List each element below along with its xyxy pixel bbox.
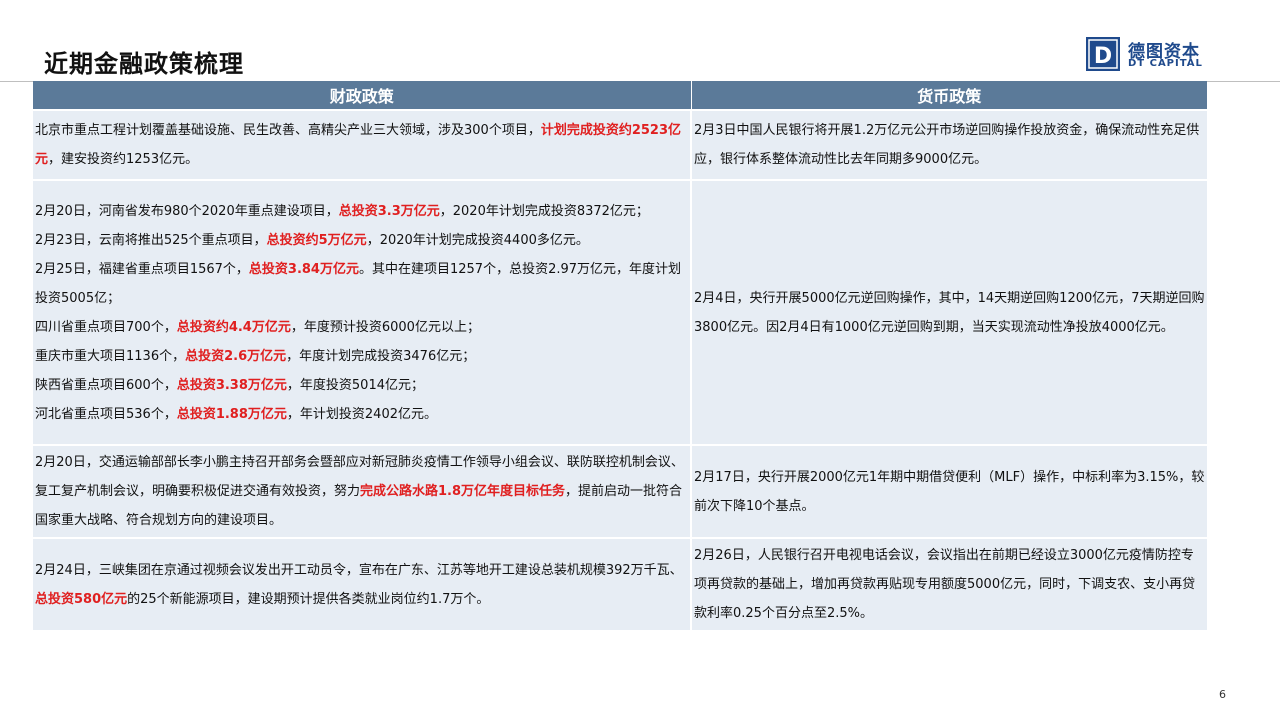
fiscal-item: 2月20日，河南省发布980个2020年重点建设项目，总投资3.3万亿元，202…: [35, 197, 688, 226]
monetary-cell: 2月17日，央行开展2000亿元1年期中期借贷便利（MLF）操作，中标利率为3.…: [691, 444, 1207, 538]
fiscal-text: 2月25日，福建省重点项目1567个，: [35, 261, 249, 277]
fiscal-text: 四川省重点项目700个，: [35, 319, 177, 335]
fiscal-cell: 2月20日，河南省发布980个2020年重点建设项目，总投资3.3万亿元，202…: [33, 179, 692, 445]
slide: 近期金融政策梳理 D 德图资本 DT CAPITAL 财政政策 货币政策 北京市…: [0, 0, 1280, 720]
page-title: 近期金融政策梳理: [44, 50, 244, 78]
fiscal-highlight: 总投资3.38万亿元: [176, 377, 287, 393]
fiscal-tail: ，年度计划完成投资3476亿元；: [286, 348, 476, 364]
fiscal-highlight: 完成公路水路1.8万亿年度目标任务: [360, 484, 566, 499]
fiscal-text: 2月23日，云南将推出525个重点项目，: [35, 232, 267, 248]
logo-d-icon: D: [1086, 37, 1120, 71]
monetary-cell: 2月3日中国人民银行将开展1.2万亿元公开市场逆回购操作投放资金，确保流动性充足…: [691, 109, 1207, 180]
fiscal-highlight: 总投资2.6万亿元: [185, 348, 287, 364]
fiscal-item: 2月20日，交通运输部部长李小鹏主持召开部务会暨部应对新冠肺炎疫情工作领导小组会…: [35, 448, 688, 535]
fiscal-item: 2月23日，云南将推出525个重点项目，总投资约5万亿元，2020年计划完成投资…: [35, 226, 688, 255]
fiscal-highlight: 总投资3.3万亿元: [338, 203, 440, 219]
fiscal-highlight: 总投资3.84万亿元: [248, 261, 359, 277]
logo-en-text: DT CAPITAL: [1128, 58, 1203, 69]
fiscal-tail: ，2020年计划完成投资4400多亿元。: [366, 232, 589, 248]
fiscal-cell: 2月24日，三峡集团在京通过视频会议发出开工动员令，宣布在广东、江苏等地开工建设…: [33, 537, 692, 630]
fiscal-highlight: 总投资1.88万亿元: [176, 406, 287, 422]
company-logo: D 德图资本 DT CAPITAL: [1086, 37, 1210, 71]
fiscal-text: 2月20日，河南省发布980个2020年重点建设项目，: [35, 203, 339, 219]
fiscal-tail: 的25个新能源项目，建设期预计提供各类就业岗位约1.7万个。: [127, 591, 490, 607]
page-number: 6: [1219, 688, 1226, 701]
fiscal-text: 河北省重点项目536个，: [35, 406, 177, 422]
fiscal-tail: ，年度预计投资6000亿元以上；: [290, 319, 480, 335]
header-fiscal: 财政政策: [33, 81, 692, 110]
policy-table: 财政政策 货币政策 北京市重点工程计划覆盖基础设施、民生改善、高精尖产业三大领域…: [33, 81, 1207, 630]
monetary-cell: 2月4日，央行开展5000亿元逆回购操作，其中，14天期逆回购1200亿元，7天…: [691, 179, 1207, 445]
logo-mark-letter: D: [1094, 44, 1112, 69]
fiscal-text: 北京市重点工程计划覆盖基础设施、民生改善、高精尖产业三大领域，涉及300个项目，: [35, 123, 541, 138]
fiscal-tail: ，年度投资5014亿元；: [286, 377, 424, 393]
fiscal-cell: 2月20日，交通运输部部长李小鹏主持召开部务会暨部应对新冠肺炎疫情工作领导小组会…: [33, 444, 692, 538]
fiscal-item: 重庆市重大项目1136个，总投资2.6万亿元，年度计划完成投资3476亿元；: [35, 342, 688, 371]
fiscal-cell: 北京市重点工程计划覆盖基础设施、民生改善、高精尖产业三大领域，涉及300个项目，…: [33, 109, 692, 180]
header-monetary: 货币政策: [691, 81, 1207, 110]
fiscal-text: 2月24日，三峡集团在京通过视频会议发出开工动员令，宣布在广东、江苏等地开工建设…: [35, 562, 683, 578]
table-header-row: 财政政策 货币政策: [33, 81, 1207, 110]
fiscal-tail: ，2020年计划完成投资8372亿元；: [439, 203, 649, 219]
fiscal-highlight: 总投资约5万亿元: [266, 232, 367, 248]
fiscal-text: 重庆市重大项目1136个，: [35, 348, 186, 364]
table-row: 2月20日，交通运输部部长李小鹏主持召开部务会暨部应对新冠肺炎疫情工作领导小组会…: [33, 444, 1207, 538]
table-row: 北京市重点工程计划覆盖基础设施、民生改善、高精尖产业三大领域，涉及300个项目，…: [33, 109, 1207, 180]
fiscal-item: 四川省重点项目700个，总投资约4.4万亿元，年度预计投资6000亿元以上；: [35, 313, 688, 342]
fiscal-item: 陕西省重点项目600个，总投资3.38万亿元，年度投资5014亿元；: [35, 371, 688, 400]
fiscal-item: 北京市重点工程计划覆盖基础设施、民生改善、高精尖产业三大领域，涉及300个项目，…: [35, 116, 688, 174]
monetary-cell: 2月26日，人民银行召开电视电话会议，会议指出在前期已经设立3000亿元疫情防控…: [691, 537, 1207, 630]
fiscal-tail: ，年计划投资2402亿元。: [286, 406, 437, 422]
fiscal-highlight: 总投资约4.4万亿元: [176, 319, 291, 335]
fiscal-item: 2月25日，福建省重点项目1567个，总投资3.84万亿元。其中在建项目1257…: [35, 255, 688, 313]
fiscal-tail: ，建安投资约1253亿元。: [48, 152, 199, 167]
fiscal-item: 河北省重点项目536个，总投资1.88万亿元，年计划投资2402亿元。: [35, 400, 688, 429]
table-row: 2月20日，河南省发布980个2020年重点建设项目，总投资3.3万亿元，202…: [33, 179, 1207, 445]
fiscal-highlight: 总投资580亿元: [35, 591, 128, 607]
fiscal-text: 陕西省重点项目600个，: [35, 377, 177, 393]
fiscal-item: 2月24日，三峡集团在京通过视频会议发出开工动员令，宣布在广东、江苏等地开工建设…: [35, 556, 688, 614]
table-row: 2月24日，三峡集团在京通过视频会议发出开工动员令，宣布在广东、江苏等地开工建设…: [33, 537, 1207, 630]
